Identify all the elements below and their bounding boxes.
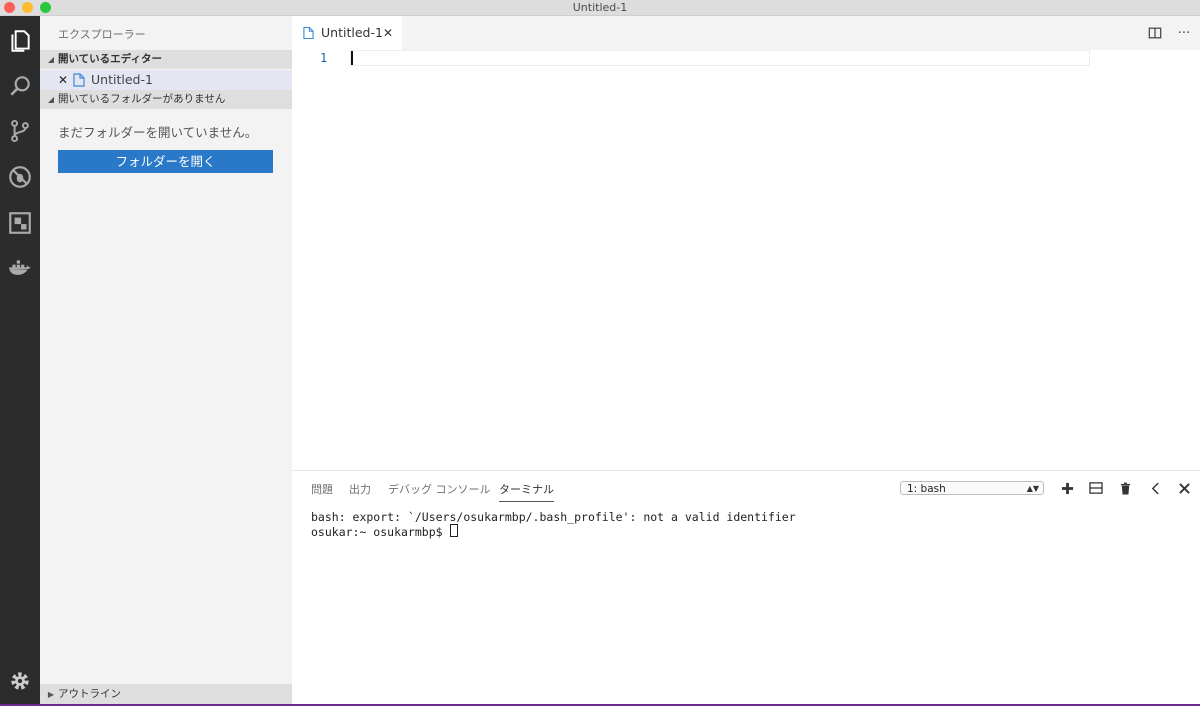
close-window-button[interactable] (4, 2, 15, 13)
open-editor-item[interactable]: ✕ Untitled-1 (40, 70, 292, 90)
zoom-window-button[interactable] (40, 2, 51, 13)
close-panel-icon[interactable] (1175, 479, 1193, 497)
gear-icon[interactable] (4, 665, 36, 697)
file-icon (303, 26, 314, 40)
source-control-icon[interactable] (4, 115, 36, 147)
terminal-prompt: osukar:~ osukarmbp$ (311, 525, 450, 539)
outline-header[interactable]: ▶ アウトライン (40, 684, 292, 704)
docker-icon[interactable] (4, 253, 36, 285)
line-number: 1 (320, 51, 328, 65)
terminal-select[interactable]: 1: bash ▲▼ (900, 481, 1044, 495)
bottom-panel: 問題 出力 デバッグ コンソール ターミナル 1: bash ▲▼ bash: … (292, 470, 1200, 705)
window-title: Untitled-1 (572, 1, 628, 14)
editor-tab-bar: Untitled-1 ✕ ··· (292, 16, 1200, 50)
close-icon[interactable]: ✕ (383, 16, 393, 50)
no-folder-label: 開いているフォルダーがありません (58, 93, 226, 105)
tab-label: Untitled-1 (321, 25, 383, 40)
files-icon[interactable] (4, 25, 36, 57)
file-icon (73, 73, 85, 87)
tab-terminal[interactable]: ターミナル (499, 481, 554, 502)
text-cursor (351, 51, 353, 65)
open-folder-button[interactable]: フォルダーを開く (58, 150, 273, 173)
no-folder-message: まだフォルダーを開いていません。 (58, 125, 258, 140)
trash-icon[interactable] (1116, 479, 1134, 497)
open-editor-name: Untitled-1 (91, 72, 153, 87)
split-terminal-icon[interactable] (1087, 479, 1105, 497)
terminal-line: bash: export: `/Users/osukarmbp/.bash_pr… (311, 510, 796, 524)
extensions-icon[interactable] (4, 207, 36, 239)
current-line-highlight (350, 50, 1090, 66)
window-titlebar: Untitled-1 (0, 0, 1200, 16)
explorer-sidebar: エクスプローラー ◢ 開いているエディター ✕ Untitled-1 ◢ 開いている… (40, 16, 293, 704)
split-editor-icon[interactable] (1147, 25, 1163, 41)
open-editors-header[interactable]: ◢ 開いているエディター (40, 50, 292, 69)
select-caret-icon: ▲▼ (1026, 484, 1039, 493)
terminal-select-value: 1: bash (907, 483, 946, 495)
tab-debug-console[interactable]: デバッグ コンソール (388, 481, 491, 501)
tab-untitled-1[interactable]: Untitled-1 ✕ (292, 16, 402, 50)
new-terminal-icon[interactable] (1058, 479, 1076, 497)
minimize-window-button[interactable] (22, 2, 33, 13)
debug-icon[interactable] (4, 161, 36, 193)
open-editors-label: 開いているエディター (58, 53, 162, 65)
activity-bar (0, 16, 40, 704)
outline-label: アウトライン (58, 688, 121, 700)
more-actions-icon[interactable]: ··· (1176, 25, 1192, 41)
terminal-output[interactable]: bash: export: `/Users/osukarmbp/.bash_pr… (311, 511, 796, 539)
terminal-cursor (450, 524, 459, 537)
collapse-arrow-icon: ◢ (47, 55, 55, 64)
expand-arrow-icon: ▶ (47, 690, 55, 699)
close-icon[interactable]: ✕ (58, 70, 68, 90)
tab-output[interactable]: 出力 (349, 481, 371, 501)
chevron-left-icon[interactable] (1146, 479, 1164, 497)
sidebar-title: エクスプローラー (58, 28, 146, 41)
no-folder-header[interactable]: ◢ 開いているフォルダーがありません (40, 90, 292, 109)
collapse-arrow-icon: ◢ (47, 95, 55, 104)
search-icon[interactable] (4, 70, 36, 102)
tab-problems[interactable]: 問題 (311, 481, 333, 501)
editor-area[interactable]: 1 (292, 50, 1200, 470)
